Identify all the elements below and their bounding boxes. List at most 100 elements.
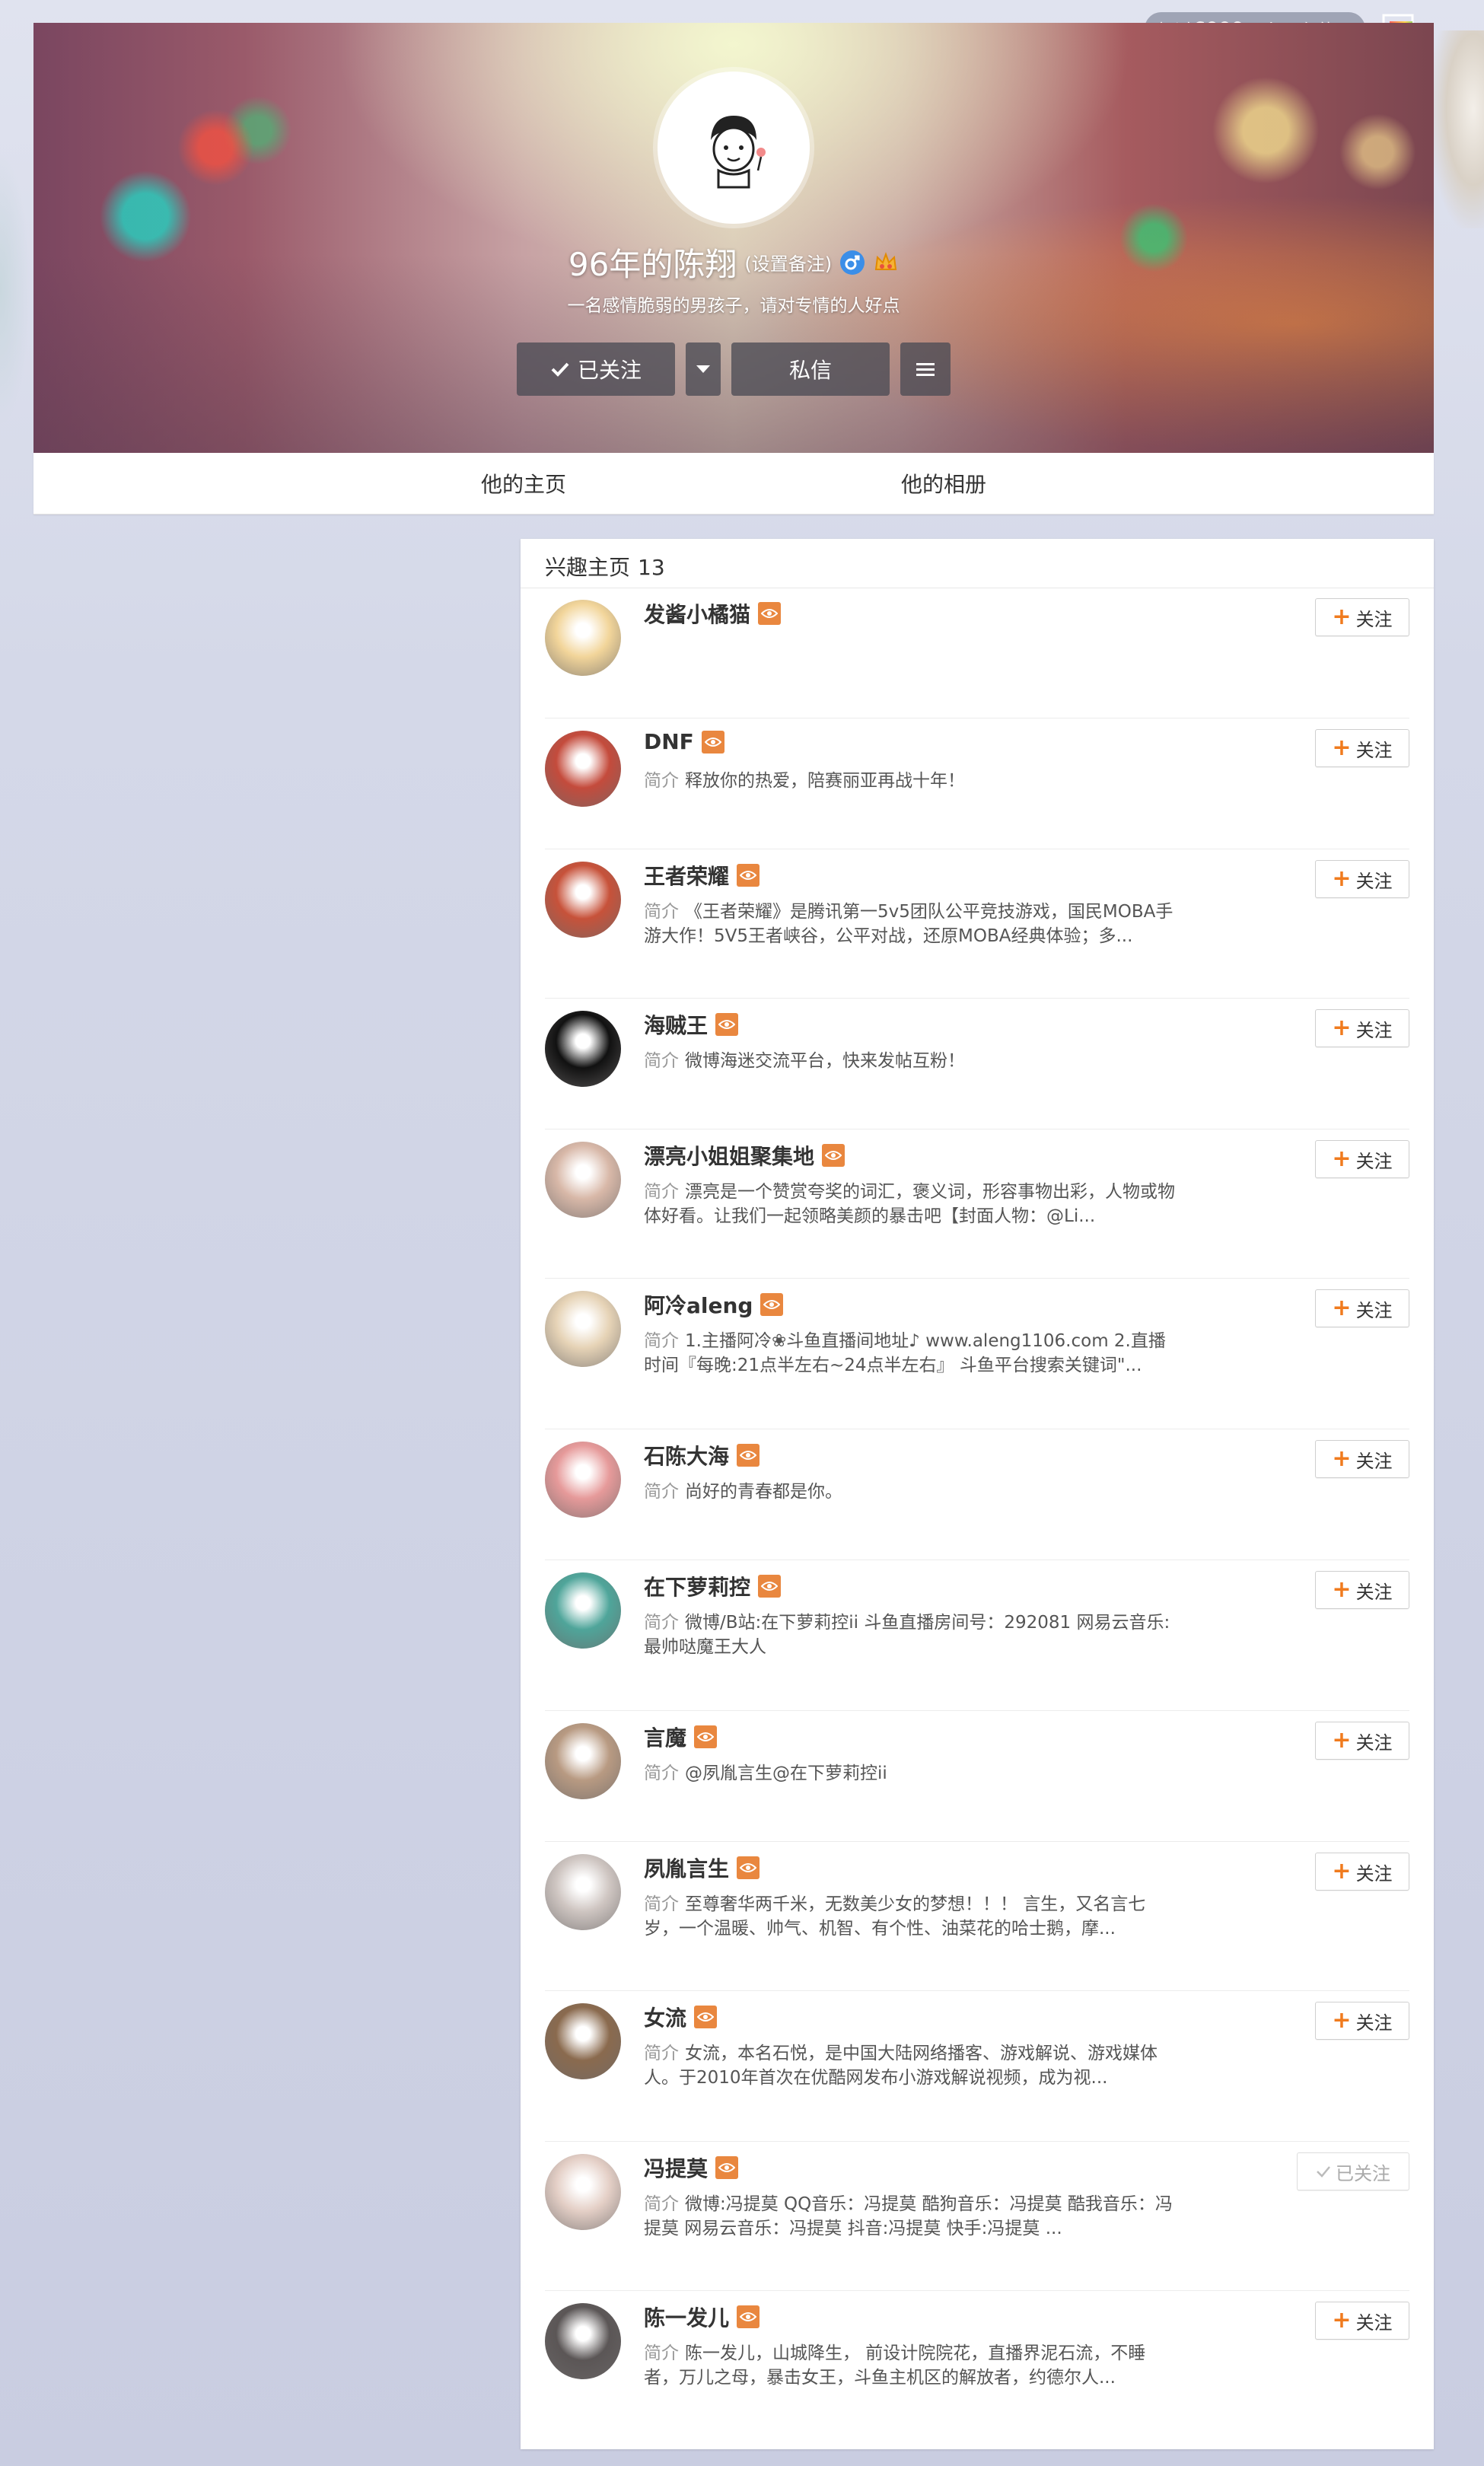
interest-name-row: 阿冷aleng xyxy=(644,1289,784,1320)
interest-name[interactable]: 夙胤言生 xyxy=(644,1853,729,1883)
male-gender-icon xyxy=(839,250,865,276)
interest-name[interactable]: 发酱小橘猫 xyxy=(644,598,750,629)
interest-avatar[interactable] xyxy=(545,2003,621,2079)
interest-avatar[interactable] xyxy=(545,731,621,807)
follow-button[interactable]: + 关注 xyxy=(1315,2002,1409,2040)
private-message-button[interactable]: 私信 xyxy=(731,342,890,396)
interest-name[interactable]: 女流 xyxy=(644,2002,686,2032)
follow-button[interactable]: + 关注 xyxy=(1315,1289,1409,1327)
check-icon xyxy=(551,362,569,377)
interest-avatar[interactable] xyxy=(545,1572,621,1649)
description-label: 简介 xyxy=(644,902,679,922)
interest-avatar[interactable] xyxy=(545,600,621,676)
description-label: 简介 xyxy=(644,1331,679,1351)
followed-button[interactable]: 已关注 xyxy=(1297,2152,1409,2190)
follow-button[interactable]: + 关注 xyxy=(1315,1571,1409,1609)
interest-eye-icon xyxy=(701,730,724,754)
follow-label: 关注 xyxy=(1355,1450,1393,1472)
followed-button[interactable]: 已关注 xyxy=(517,342,675,396)
interest-avatar[interactable] xyxy=(545,1011,621,1087)
interest-avatar[interactable] xyxy=(545,2154,621,2230)
interest-avatar[interactable] xyxy=(545,1291,621,1367)
follow-button[interactable]: + 关注 xyxy=(1315,1853,1409,1891)
description-text: 漂亮是一个赞赏夸奖的词汇，褒义词，形容事物出彩，人物或物体好看。让我们一起领略美… xyxy=(644,1182,1175,1226)
follow-label: 关注 xyxy=(1355,2311,1393,2334)
interest-name[interactable]: 石陈大海 xyxy=(644,1440,729,1470)
follow-button[interactable]: + 关注 xyxy=(1315,1140,1409,1178)
interest-avatar[interactable] xyxy=(545,1854,621,1930)
interest-eye-icon xyxy=(737,1856,760,1879)
description-text: 1.主播阿冷❀斗鱼直播间地址♪ www.aleng1106.com 2.直播时间… xyxy=(644,1331,1166,1375)
description-text: 尚好的青春都是你。 xyxy=(685,1482,842,1502)
interest-name-row: DNF xyxy=(644,729,724,754)
description-label: 简介 xyxy=(644,1051,679,1071)
cartoon-avatar-icon xyxy=(711,116,766,189)
follow-button[interactable]: + 关注 xyxy=(1315,1722,1409,1760)
interest-eye-icon xyxy=(737,864,760,887)
interest-card-title: 兴趣主页 13 xyxy=(545,551,665,581)
profile-name-row: 96年的陈翔 (设置备注) xyxy=(33,239,1434,285)
interest-name[interactable]: DNF xyxy=(644,729,694,754)
description-label: 简介 xyxy=(644,2044,679,2063)
follow-button[interactable]: + 关注 xyxy=(1315,598,1409,636)
follow-label: 关注 xyxy=(1355,1581,1393,1603)
set-remark-link[interactable]: (设置备注) xyxy=(744,249,832,276)
interest-name[interactable]: 王者荣耀 xyxy=(644,860,729,890)
list-item: 陈一发儿简介 陈一发儿，山城降生， 前设计院院花，直播界泥石流，不睡者，万儿之母，… xyxy=(545,2291,1409,2440)
interest-eye-icon xyxy=(737,1444,760,1467)
interest-description: 简介 @夙胤言生@在下萝莉控ii xyxy=(644,1761,1177,1786)
description-text: 微博:冯提莫 QQ音乐：冯提莫 酷狗音乐：冯提莫 酷我音乐：冯提莫 网易云音乐：… xyxy=(644,2194,1173,2238)
interest-description: 简介 女流，本名石悦，是中国大陆网络播客、游戏解说、游戏媒体人。于2010年首次在… xyxy=(644,2041,1177,2090)
interest-eye-icon xyxy=(760,1293,784,1316)
background-decoration-left xyxy=(0,152,30,426)
interest-count: 13 xyxy=(638,555,665,580)
followed-button-label: 已关注 xyxy=(577,358,642,383)
interest-name[interactable]: 陈一发儿 xyxy=(644,2302,729,2332)
profile-bio: 一名感情脆弱的男孩子，请对专情的人好点 xyxy=(567,296,900,316)
follow-button[interactable]: + 关注 xyxy=(1315,729,1409,767)
follow-label: 关注 xyxy=(1355,608,1393,630)
plus-icon: + xyxy=(1332,734,1352,761)
follow-label: 关注 xyxy=(1355,1150,1393,1172)
interest-name[interactable]: 在下萝莉控 xyxy=(644,1571,750,1601)
interest-name[interactable]: 漂亮小姐姐聚集地 xyxy=(644,1140,814,1171)
interest-description: 简介 漂亮是一个赞赏夸奖的词汇，褒义词，形容事物出彩，人物或物体好看。让我们一起领… xyxy=(644,1180,1177,1228)
interest-name[interactable]: 海贼王 xyxy=(644,1009,708,1040)
interest-name-row: 漂亮小姐姐聚集地 xyxy=(644,1140,845,1171)
interest-name-row: 海贼王 xyxy=(644,1009,739,1040)
interest-avatar[interactable] xyxy=(545,1723,621,1799)
interest-description: 简介 释放你的热爱，陪赛丽亚再战十年！ xyxy=(644,769,1177,793)
description-label: 简介 xyxy=(644,1894,679,1914)
tab-home[interactable]: 他的主页 xyxy=(481,453,566,514)
list-item: DNF 简介 释放你的热爱，陪赛丽亚再战十年！ + 关注 xyxy=(545,718,1409,849)
follow-button[interactable]: + 关注 xyxy=(1315,2302,1409,2340)
follow-dropdown-button[interactable] xyxy=(686,342,721,396)
tab-album[interactable]: 他的相册 xyxy=(901,453,986,514)
interest-avatar[interactable] xyxy=(545,862,621,938)
interest-avatar[interactable] xyxy=(545,1442,621,1518)
description-label: 简介 xyxy=(644,1482,679,1502)
interest-avatar[interactable] xyxy=(545,2303,621,2379)
hamburger-menu-icon xyxy=(916,363,935,376)
check-icon xyxy=(1317,2166,1330,2178)
interest-avatar[interactable] xyxy=(545,1142,621,1218)
interest-name-row: 石陈大海 xyxy=(644,1440,760,1470)
more-menu-button[interactable] xyxy=(900,342,951,396)
follow-button[interactable]: + 关注 xyxy=(1315,860,1409,898)
interest-name[interactable]: 冯提莫 xyxy=(644,2152,708,2183)
description-text: 微博海迷交流平台，快来发帖互粉！ xyxy=(685,1051,965,1071)
interest-name[interactable]: 阿冷aleng xyxy=(644,1289,753,1320)
interest-description: 简介 尚好的青春都是你。 xyxy=(644,1480,1177,1504)
description-label: 简介 xyxy=(644,1182,679,1202)
follow-label: 关注 xyxy=(1355,1732,1393,1754)
interest-name[interactable]: 言魔 xyxy=(644,1722,686,1752)
follow-label: 关注 xyxy=(1355,2012,1393,2034)
description-label: 简介 xyxy=(644,2194,679,2214)
list-item: 发酱小橘猫 + 关注 xyxy=(545,588,1409,718)
follow-label: 关注 xyxy=(1355,1299,1393,1321)
description-label: 简介 xyxy=(644,1613,679,1633)
follow-button[interactable]: + 关注 xyxy=(1315,1440,1409,1478)
interest-description: 简介 陈一发儿，山城降生， 前设计院院花，直播界泥石流，不睡者，万儿之母，暴击女王… xyxy=(644,2341,1177,2390)
profile-avatar[interactable] xyxy=(658,72,810,224)
follow-button[interactable]: + 关注 xyxy=(1315,1009,1409,1047)
